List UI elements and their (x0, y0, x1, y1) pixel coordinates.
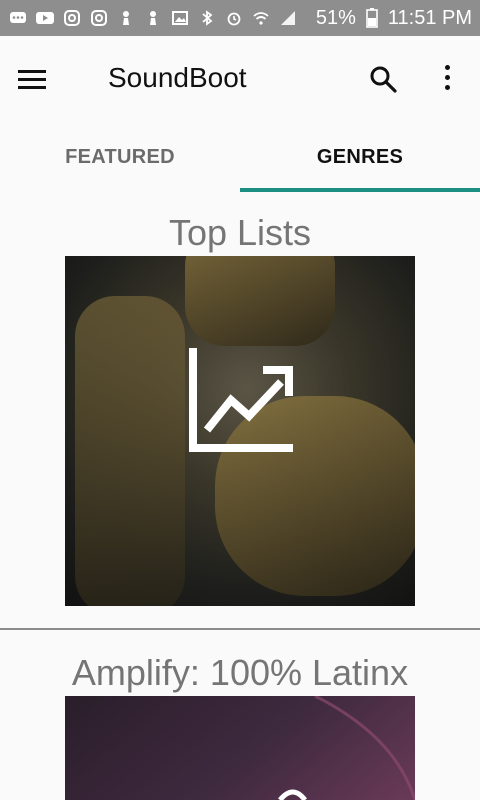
alarm-icon (224, 9, 244, 27)
bluetooth-icon (197, 9, 217, 27)
youtube-icon (35, 9, 55, 27)
menu-button[interactable] (18, 64, 54, 94)
wifi-icon (251, 9, 271, 27)
card-artwork (278, 696, 415, 800)
signal-icon (278, 9, 298, 27)
more-options-button[interactable] (432, 62, 462, 92)
top-lists-card[interactable] (65, 256, 415, 606)
pawn-icon (143, 9, 163, 27)
instagram-icon (89, 9, 109, 27)
clock: 11:51 PM (387, 6, 472, 29)
image-icon (170, 9, 190, 27)
instagram-icon (62, 9, 82, 27)
menu-icon (18, 69, 46, 73)
section-title-top-lists: Top Lists (168, 212, 312, 253)
tab-bar: FEATURED GENRES (0, 122, 480, 192)
status-right: 51% 11:51 PM (316, 7, 472, 30)
search-button[interactable] (368, 64, 398, 94)
chat-icon (8, 9, 28, 27)
tab-featured[interactable]: FEATURED (0, 122, 240, 192)
battery-icon (362, 8, 382, 28)
section-divider (0, 628, 480, 630)
app-title: SoundBoot (108, 62, 247, 93)
battery-percent: 51% (315, 6, 356, 29)
menu-icon-bar (18, 85, 46, 89)
glove-artwork (185, 256, 335, 346)
status-bar: 51% 11:51 PM (0, 0, 480, 36)
app-bar: SoundBoot (0, 36, 480, 122)
section-title-amplify: Amplify: 100% Latinx (71, 652, 409, 693)
search-icon (370, 66, 397, 93)
more-vert-icon (444, 64, 450, 70)
trending-up-icon (189, 348, 293, 452)
menu-icon-bar (18, 77, 46, 81)
more-vert-dot (444, 74, 450, 80)
notification-icons (8, 9, 298, 27)
pawn-icon (116, 9, 136, 27)
amplify-card[interactable] (65, 696, 415, 800)
arm-artwork (75, 296, 185, 606)
more-vert-dot (444, 84, 450, 90)
tab-genres[interactable]: GENRES (240, 122, 480, 192)
